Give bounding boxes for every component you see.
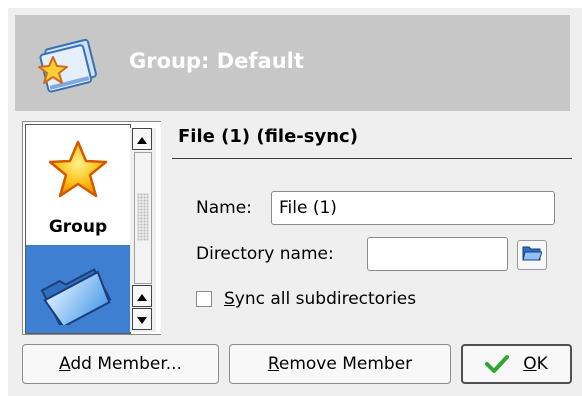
scroll-grip[interactable] (137, 193, 149, 241)
browse-directory-button[interactable] (517, 240, 547, 270)
checkmark-icon (485, 355, 510, 373)
group-header-icon (31, 35, 101, 93)
arrow-down-icon (137, 309, 147, 329)
sync-subdirectories-checkbox[interactable] (196, 291, 212, 307)
icon-list-item-file[interactable] (26, 245, 130, 333)
name-label: Name: (196, 198, 252, 218)
icon-list-item-label: Group (48, 217, 108, 237)
folder-icon (38, 255, 112, 330)
sync-subdirectories-label[interactable]: Sync all subdirectories (224, 289, 416, 309)
name-field[interactable] (271, 191, 555, 225)
star-icon (48, 139, 108, 206)
ok-label: OK (523, 354, 548, 374)
section-divider (172, 158, 572, 159)
add-member-button[interactable]: Add Member... (22, 344, 219, 384)
scroll-up-button[interactable] (132, 128, 152, 150)
scroll-track[interactable] (134, 152, 152, 284)
directory-name-label: Directory name: (196, 244, 334, 264)
remove-member-button[interactable]: Remove Member (229, 344, 451, 384)
icon-list-item-group[interactable]: Group (26, 125, 130, 245)
add-member-label: Add Member... (59, 354, 182, 374)
ok-button[interactable]: OK (461, 344, 572, 384)
arrow-up-icon (137, 129, 147, 149)
header-banner: Group: Default (15, 15, 570, 111)
icon-list-viewport: Group (25, 124, 131, 334)
icon-list-scrollbar[interactable] (130, 128, 156, 332)
arrow-up-icon (137, 286, 147, 306)
scroll-up-button-lower[interactable] (132, 285, 152, 307)
remove-member-label: Remove Member (267, 354, 413, 374)
scroll-down-button[interactable] (132, 308, 152, 330)
directory-name-field[interactable] (367, 237, 508, 271)
open-folder-icon (522, 244, 543, 267)
section-title: File (1) (file-sync) (178, 126, 358, 147)
header-title: Group: Default (129, 49, 304, 73)
